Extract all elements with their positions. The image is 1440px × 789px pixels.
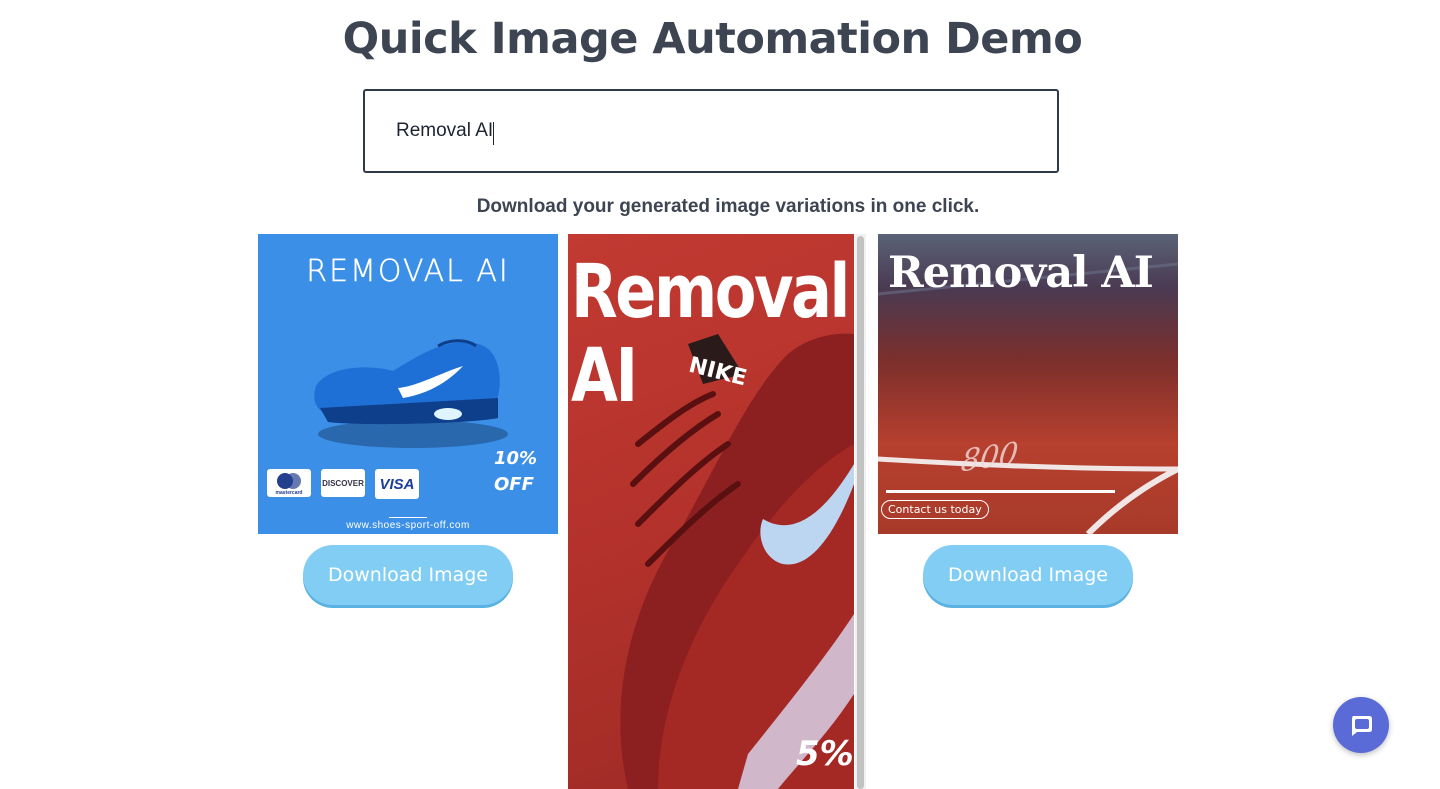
track-number-label: 800 <box>959 436 1020 479</box>
headline-text-input[interactable] <box>365 91 1057 171</box>
contact-us-label: Contact us today <box>881 500 989 519</box>
chat-button[interactable] <box>1333 697 1389 753</box>
card1-headline: REMOVAL AI <box>306 254 510 289</box>
card1-divider <box>389 517 427 518</box>
page-title: Quick Image Automation Demo <box>342 14 1083 64</box>
mastercard-icon: mastercard <box>276 473 303 496</box>
card3-headline: Removal AI <box>888 248 1154 298</box>
text-cursor <box>493 122 494 145</box>
page: Quick Image Automation Demo Download you… <box>0 0 1440 789</box>
card3-divider <box>886 490 1115 493</box>
chat-bubble-icon <box>1352 716 1372 736</box>
blue-shoe-illustration <box>314 339 508 448</box>
image-scrollbar-thumb[interactable] <box>857 236 864 789</box>
card1-discount-percent: 10% <box>494 448 538 469</box>
card2-headline: Removal AI <box>571 249 850 419</box>
generated-image-running-track: 800 Removal AI Contact us today <box>878 234 1178 534</box>
card2-percent: 5% <box>796 734 854 774</box>
card1-url: www.shoes-sport-off.com <box>346 520 470 531</box>
generated-image-blue-shoe: REMOVAL AI 10% OFF mastercard DISCOVER V… <box>258 234 558 534</box>
svg-text:mastercard: mastercard <box>276 490 303 496</box>
card2-headline-line1: Removal <box>571 249 850 335</box>
mastercard-logo: mastercard <box>267 469 311 497</box>
instructions-text: Download your generated image variations… <box>476 196 980 217</box>
download-image-button-3[interactable]: Download Image <box>923 545 1133 605</box>
text-input-container <box>363 89 1059 173</box>
discover-logo: DISCOVER <box>321 469 365 497</box>
payment-logos: mastercard DISCOVER VISA <box>267 469 419 499</box>
card2-headline-line2: AI <box>571 333 638 419</box>
visa-logo: VISA <box>375 469 419 499</box>
card1-discount: 10% OFF <box>494 446 554 498</box>
card1-discount-off: OFF <box>494 474 534 495</box>
generated-image-red-shoe: NIKE Removal AI 5% <box>568 234 854 789</box>
download-image-button-1[interactable]: Download Image <box>303 545 513 605</box>
